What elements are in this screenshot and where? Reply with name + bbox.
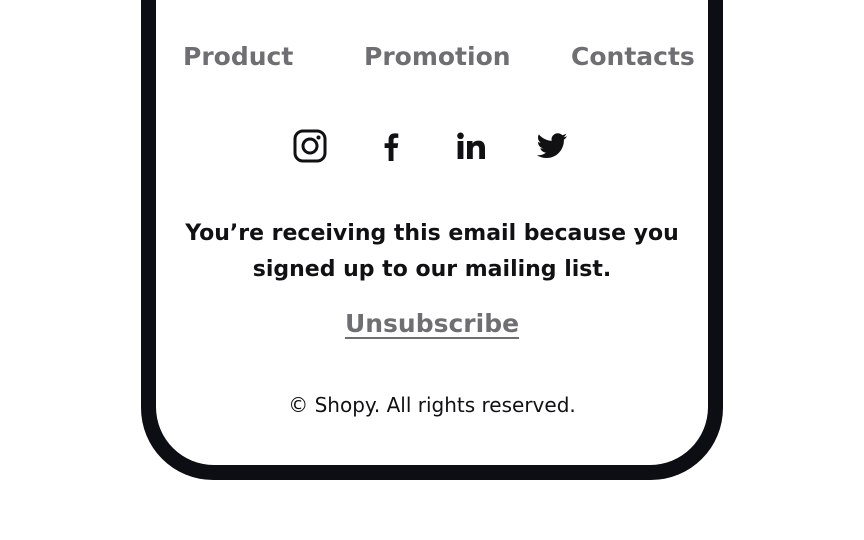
unsubscribe-link[interactable]: Unsubscribe xyxy=(345,309,519,338)
notice-line-2: signed up to our mailing list. xyxy=(252,257,612,282)
subscription-notice: You’re receiving this email because you … xyxy=(156,216,708,288)
twitter-icon[interactable] xyxy=(534,128,570,164)
nav-link-contacts[interactable]: Contacts xyxy=(571,42,695,71)
notice-line-1: You’re receiving this email because you xyxy=(185,221,679,246)
copyright-text: © Shopy. All rights reserved. xyxy=(288,393,576,417)
instagram-icon[interactable] xyxy=(292,128,328,164)
email-preview-stage: Product Promotion Contacts You’re receiv… xyxy=(0,0,864,540)
facebook-icon[interactable] xyxy=(373,128,409,164)
nav-link-promotion[interactable]: Promotion xyxy=(364,42,511,71)
unsubscribe-container: Unsubscribe xyxy=(156,309,708,338)
nav-link-product[interactable]: Product xyxy=(183,42,293,71)
linkedin-icon[interactable] xyxy=(453,128,489,164)
